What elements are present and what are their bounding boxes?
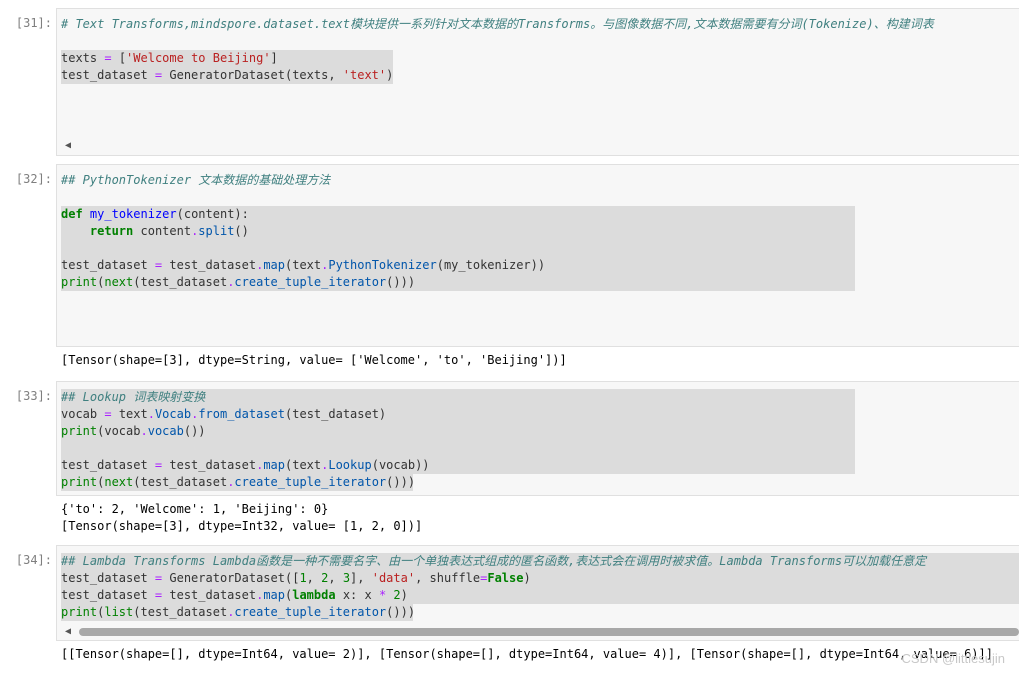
scroll-left-icon[interactable]: ◀: [65, 626, 71, 637]
scroll-left-icon[interactable]: ◀: [65, 140, 71, 151]
code-line: print(list(test_dataset.create_tuple_ite…: [61, 605, 416, 619]
code-line: print(next(test_dataset.create_tuple_ite…: [61, 275, 416, 289]
code-line: print(next(test_dataset.create_tuple_ite…: [61, 475, 416, 489]
code-input[interactable]: ## Lambda Transforms Lambda函数是一种不需要名字、由一…: [56, 545, 1019, 641]
horizontal-scrollbar[interactable]: ◀: [57, 139, 1019, 153]
code-line: test_dataset = GeneratorDataset(texts, '…: [61, 68, 394, 82]
code-input[interactable]: # Text Transforms,mindspore.dataset.text…: [56, 8, 1019, 156]
code-line: # Text Transforms,mindspore.dataset.text…: [61, 17, 934, 31]
notebook-cell-31[interactable]: [31]: # Text Transforms,mindspore.datase…: [0, 8, 1019, 156]
code-line: test_dataset = test_dataset.map(text.Pyt…: [61, 258, 546, 272]
code-line: test_dataset = GeneratorDataset([1, 2, 3…: [61, 571, 531, 585]
notebook-cell-33[interactable]: [33]: ## Lookup 词表映射变换 vocab = text.Voca…: [0, 381, 1019, 541]
horizontal-scrollbar[interactable]: ◀: [57, 625, 1019, 639]
code-line: test_dataset = test_dataset.map(text.Loo…: [61, 458, 430, 472]
cell-output: [Tensor(shape=[3], dtype=Int32, value= […: [61, 519, 423, 533]
code-line: ## PythonTokenizer 文本数据的基础处理方法: [61, 173, 331, 187]
code-line: ## Lookup 词表映射变换: [61, 390, 206, 404]
notebook-cell-32[interactable]: [32]: ## PythonTokenizer 文本数据的基础处理方法 def…: [0, 164, 1019, 374]
code-input[interactable]: ## PythonTokenizer 文本数据的基础处理方法 def my_to…: [56, 164, 1019, 347]
code-line: texts = ['Welcome to Beijing']: [61, 51, 278, 65]
cell-prompt: [31]:: [15, 16, 52, 30]
cell-prompt: [32]:: [15, 172, 52, 186]
code-line: test_dataset = test_dataset.map(lambda x…: [61, 588, 408, 602]
code-line: return content.split(): [89, 224, 249, 238]
cell-prompt: [33]:: [15, 389, 52, 403]
code-line: ## Lambda Transforms Lambda函数是一种不需要名字、由一…: [61, 554, 927, 568]
watermark: CSDN @littlesujin: [901, 651, 1006, 666]
cell-output: [[Tensor(shape=[], dtype=Int64, value= 2…: [61, 647, 993, 661]
code-line: print(vocab.vocab()): [61, 424, 206, 438]
notebook-cell-34[interactable]: [34]: ## Lambda Transforms Lambda函数是一种不需…: [0, 545, 1019, 676]
cell-prompt: [34]:: [15, 553, 52, 567]
cell-output: [Tensor(shape=[3], dtype=String, value= …: [61, 353, 567, 367]
code-line: vocab = text.Vocab.from_dataset(test_dat…: [61, 407, 387, 421]
code-input[interactable]: ## Lookup 词表映射变换 vocab = text.Vocab.from…: [56, 381, 1019, 496]
cell-output: {'to': 2, 'Welcome': 1, 'Beijing': 0}: [61, 502, 329, 516]
code-line: def my_tokenizer(content):: [61, 207, 249, 221]
scrollbar-thumb[interactable]: [79, 628, 1019, 636]
